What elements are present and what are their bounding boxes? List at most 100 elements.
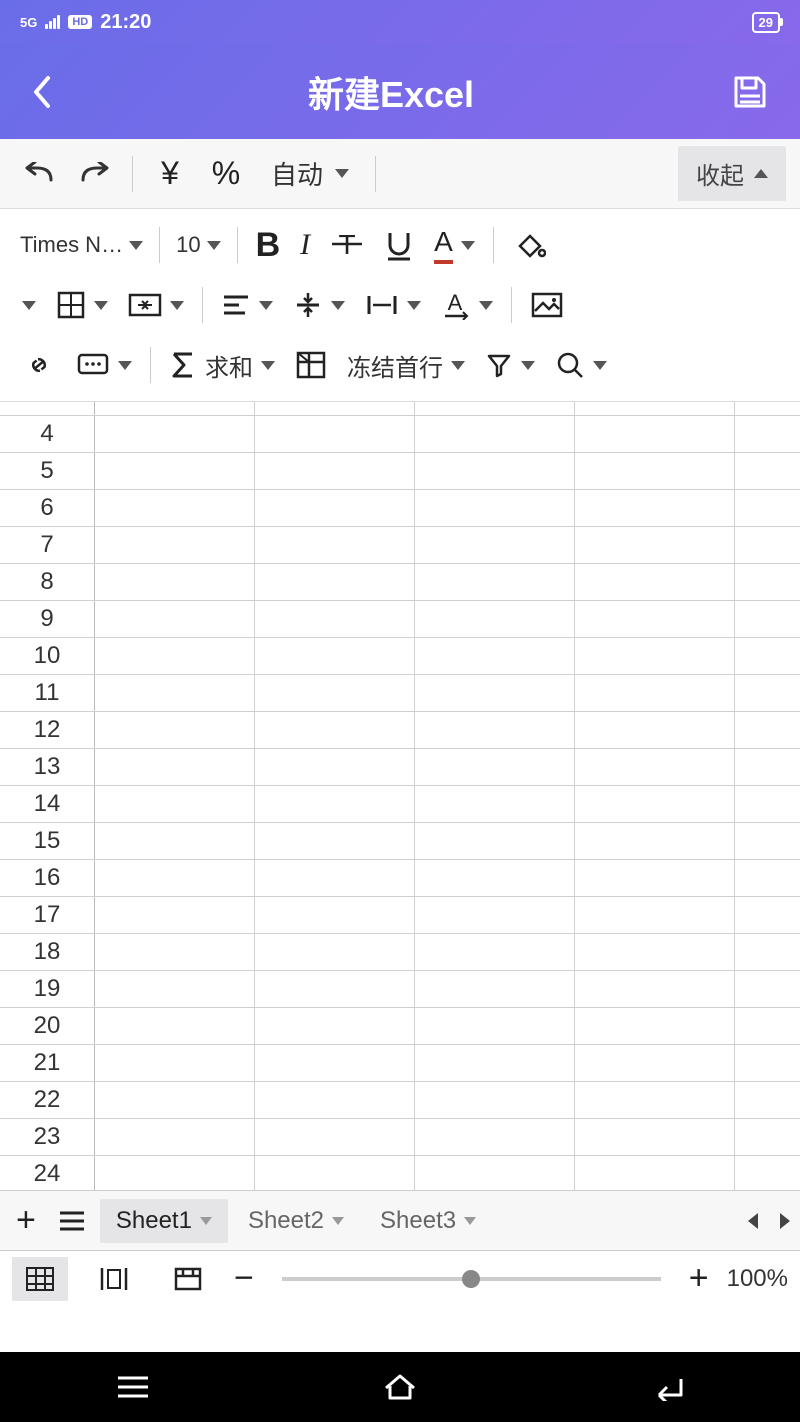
- cell[interactable]: [575, 675, 735, 711]
- cell[interactable]: [255, 897, 415, 933]
- cell[interactable]: [255, 675, 415, 711]
- add-sheet-button[interactable]: +: [8, 1195, 44, 1247]
- cell[interactable]: [255, 823, 415, 859]
- cell[interactable]: [95, 638, 255, 674]
- cell[interactable]: [415, 638, 575, 674]
- cell[interactable]: [735, 416, 800, 452]
- cell[interactable]: [575, 897, 735, 933]
- cell[interactable]: [735, 1045, 800, 1081]
- cell[interactable]: [575, 823, 735, 859]
- cell[interactable]: [735, 1008, 800, 1044]
- cell[interactable]: [255, 712, 415, 748]
- cell[interactable]: [95, 749, 255, 785]
- more-fill-button[interactable]: [14, 279, 44, 331]
- cell[interactable]: [95, 453, 255, 489]
- cell[interactable]: [95, 416, 255, 452]
- cell[interactable]: [575, 1119, 735, 1155]
- row-header[interactable]: 23: [0, 1119, 95, 1155]
- scroll-tabs-right[interactable]: [778, 1211, 792, 1231]
- zoom-out-button[interactable]: −: [234, 1259, 254, 1298]
- cell[interactable]: [415, 1082, 575, 1118]
- row-header[interactable]: 18: [0, 934, 95, 970]
- row-header[interactable]: 15: [0, 823, 95, 859]
- sheet-tab[interactable]: Sheet3: [364, 1199, 492, 1243]
- row-header[interactable]: 7: [0, 527, 95, 563]
- cell[interactable]: [575, 971, 735, 1007]
- cell[interactable]: [735, 712, 800, 748]
- cell[interactable]: [255, 1156, 415, 1190]
- cell[interactable]: [95, 1156, 255, 1190]
- valign-button[interactable]: [285, 279, 353, 331]
- row-header[interactable]: 17: [0, 897, 95, 933]
- cell[interactable]: [415, 823, 575, 859]
- collapse-button[interactable]: 收起: [678, 146, 786, 201]
- strikethrough-button[interactable]: T: [322, 219, 372, 271]
- cell[interactable]: [575, 1082, 735, 1118]
- cell[interactable]: [575, 453, 735, 489]
- cell[interactable]: [575, 490, 735, 526]
- borders-button[interactable]: [48, 279, 116, 331]
- cell[interactable]: [255, 490, 415, 526]
- row-header[interactable]: 11: [0, 675, 95, 711]
- cell[interactable]: [415, 1008, 575, 1044]
- row-header[interactable]: 8: [0, 564, 95, 600]
- row-header[interactable]: 24: [0, 1156, 95, 1190]
- currency-button[interactable]: ¥: [145, 149, 195, 199]
- cell[interactable]: [95, 971, 255, 1007]
- cell[interactable]: [255, 453, 415, 489]
- font-color-button[interactable]: A: [426, 219, 483, 271]
- row-header[interactable]: 22: [0, 1082, 95, 1118]
- cell[interactable]: [95, 897, 255, 933]
- slider-thumb[interactable]: [462, 1270, 480, 1288]
- cell[interactable]: [95, 934, 255, 970]
- search-button[interactable]: [547, 339, 615, 391]
- recent-apps-button[interactable]: [83, 1374, 183, 1400]
- cell[interactable]: [415, 564, 575, 600]
- font-family-select[interactable]: Times N…: [14, 232, 149, 258]
- freeze-pane-button[interactable]: [287, 339, 335, 391]
- font-size-select[interactable]: 10: [170, 232, 226, 258]
- save-button[interactable]: [730, 72, 770, 112]
- cell[interactable]: [95, 1082, 255, 1118]
- cell[interactable]: [735, 402, 800, 415]
- cell[interactable]: [415, 749, 575, 785]
- cell[interactable]: [575, 402, 735, 415]
- cell[interactable]: [575, 934, 735, 970]
- cell[interactable]: [575, 712, 735, 748]
- cell[interactable]: [575, 638, 735, 674]
- cell[interactable]: [415, 675, 575, 711]
- cell[interactable]: [255, 971, 415, 1007]
- cell[interactable]: [255, 1045, 415, 1081]
- cell[interactable]: [415, 601, 575, 637]
- cell[interactable]: [255, 402, 415, 415]
- number-format-select[interactable]: 自动: [257, 155, 363, 192]
- cell[interactable]: [735, 601, 800, 637]
- cell[interactable]: [735, 934, 800, 970]
- align-button[interactable]: [213, 279, 281, 331]
- cell[interactable]: [735, 638, 800, 674]
- cell[interactable]: [255, 860, 415, 896]
- cell[interactable]: [255, 601, 415, 637]
- text-rotate-button[interactable]: A: [433, 279, 501, 331]
- back-button[interactable]: [30, 74, 52, 110]
- merge-button[interactable]: [120, 279, 192, 331]
- cell[interactable]: [95, 823, 255, 859]
- cell[interactable]: [415, 786, 575, 822]
- sheet-tab[interactable]: Sheet1: [100, 1199, 228, 1243]
- cell[interactable]: [415, 402, 575, 415]
- sheet-list-button[interactable]: [50, 1195, 94, 1247]
- cell[interactable]: [415, 1156, 575, 1190]
- cell[interactable]: [735, 786, 800, 822]
- bold-button[interactable]: B: [248, 219, 289, 271]
- row-header[interactable]: 14: [0, 786, 95, 822]
- cell[interactable]: [415, 416, 575, 452]
- row-header[interactable]: 16: [0, 860, 95, 896]
- redo-button[interactable]: [70, 149, 120, 199]
- row-header[interactable]: 19: [0, 971, 95, 1007]
- cell[interactable]: [735, 823, 800, 859]
- image-button[interactable]: [522, 279, 572, 331]
- cell[interactable]: [415, 934, 575, 970]
- cell[interactable]: [415, 1119, 575, 1155]
- row-header[interactable]: 5: [0, 453, 95, 489]
- cell[interactable]: [415, 860, 575, 896]
